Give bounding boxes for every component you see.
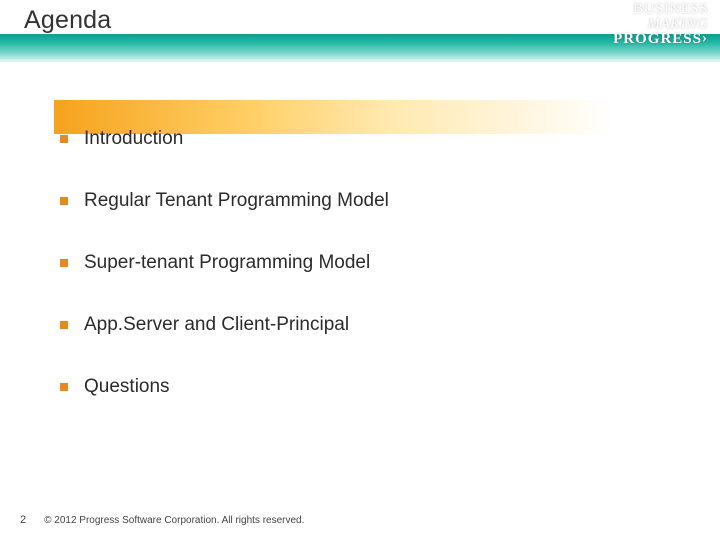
agenda-item-label: Regular Tenant Programming Model	[84, 190, 389, 212]
chevron-right-icon: ›	[702, 31, 708, 46]
brand-logo: BUSINESS MAKING PROGRESS›	[613, 2, 708, 47]
slide-title: Agenda	[24, 6, 111, 35]
brand-logo-line2: MAKING	[613, 17, 708, 32]
copyright-text: © 2012 Progress Software Corporation. Al…	[44, 515, 304, 526]
square-bullet-icon	[60, 197, 68, 205]
square-bullet-icon	[60, 135, 68, 143]
agenda-item: Questions	[60, 356, 680, 418]
agenda-item-label: Introduction	[84, 128, 183, 150]
brand-logo-line3: PROGRESS›	[613, 32, 708, 47]
square-bullet-icon	[60, 321, 68, 329]
agenda-item: App.Server and Client-Principal	[60, 294, 680, 356]
agenda-list: Introduction Regular Tenant Programming …	[60, 108, 680, 418]
square-bullet-icon	[60, 259, 68, 267]
agenda-item-label: Questions	[84, 376, 170, 398]
header-accent-bar	[0, 34, 720, 62]
agenda-item-label: App.Server and Client-Principal	[84, 314, 349, 336]
agenda-item-label: Super-tenant Programming Model	[84, 252, 370, 274]
slide-footer: 2 © 2012 Progress Software Corporation. …	[20, 514, 304, 526]
square-bullet-icon	[60, 383, 68, 391]
brand-logo-line1: BUSINESS	[613, 2, 708, 17]
agenda-item: Regular Tenant Programming Model	[60, 170, 680, 232]
agenda-item: Super-tenant Programming Model	[60, 232, 680, 294]
agenda-item: Introduction	[60, 108, 680, 170]
page-number: 2	[20, 514, 26, 526]
slide: Agenda BUSINESS MAKING PROGRESS› Introdu…	[0, 0, 720, 540]
slide-header: Agenda BUSINESS MAKING PROGRESS›	[0, 0, 720, 62]
